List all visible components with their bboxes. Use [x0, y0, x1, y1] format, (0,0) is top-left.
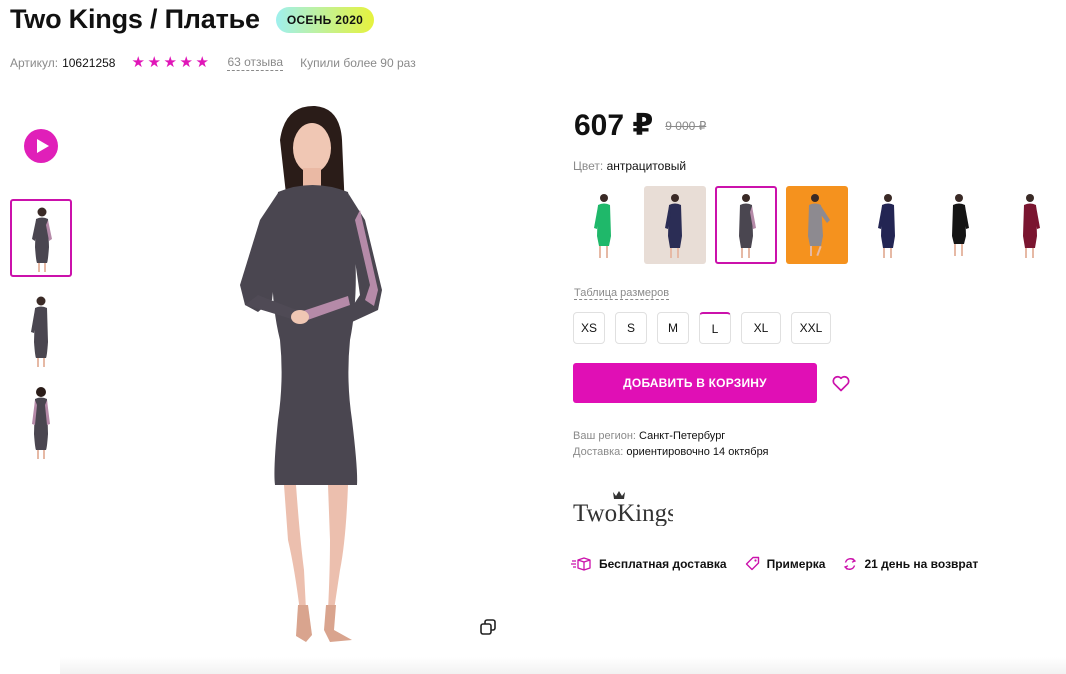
region-label: Ваш регион: [573, 430, 636, 442]
old-price: 9 000 ₽ [665, 118, 707, 133]
delivery-line: Доставка: ориентировочно 14 октября [573, 444, 769, 460]
dress-back-thumbnail [32, 387, 50, 459]
benefit-fitting-label: Примерка [766, 556, 826, 571]
delivery-label: Доставка: [573, 446, 624, 458]
benefit-free-delivery: Бесплатная доставка [571, 557, 727, 571]
truck-icon [571, 556, 591, 571]
gallery-thumb-3[interactable] [10, 384, 72, 462]
star-icon: ★ [163, 54, 177, 71]
benefits-bar: Бесплатная доставка Примерка 21 день на … [571, 556, 996, 571]
main-product-photo[interactable] [200, 100, 430, 654]
heart-icon[interactable] [832, 375, 850, 392]
current-price: 607 ₽ [574, 109, 654, 142]
tag-icon [745, 556, 759, 571]
color-swatch-grey-orange[interactable] [786, 186, 848, 264]
add-to-cart-button[interactable]: ДОБАВИТЬ В КОРЗИНУ [573, 363, 817, 403]
size-option-xs[interactable]: XS [573, 312, 605, 344]
benefit-return: 21 день на возврат [843, 557, 978, 571]
page-bottom-divider [60, 657, 1066, 674]
star-icon: ★ [179, 54, 193, 71]
region-line: Ваш регион: Санкт-Петербург [573, 428, 769, 444]
size-option-xxl[interactable]: XXL [791, 312, 831, 344]
color-swatch-burgundy[interactable] [999, 186, 1061, 264]
color-swatch-green[interactable] [573, 186, 635, 264]
gallery-thumb-2[interactable] [10, 292, 72, 370]
purchase-count: Купили более 90 раз [300, 56, 416, 70]
dress-model-image [240, 105, 382, 642]
size-option-xl[interactable]: XL [741, 312, 781, 344]
zoom-icon[interactable] [480, 619, 496, 635]
product-title: Two Kings / Платье [10, 4, 260, 34]
size-option-m[interactable]: M [657, 312, 689, 344]
color-swatches [573, 186, 1066, 264]
rating-stars: ★ ★ ★ ★ ★ [131, 54, 209, 71]
brand-logo-text: TwoKings [573, 500, 673, 526]
size-option-l[interactable]: L [699, 312, 731, 344]
size-selector: XS S M L XL XXL [573, 312, 841, 344]
product-meta: Артикул: 10621258 ★ ★ ★ ★ ★ 63 отзыва Ку… [10, 55, 416, 71]
benefit-free-delivery-label: Бесплатная доставка [599, 556, 727, 571]
color-value: антрацитовый [606, 159, 687, 173]
price-block: 607 ₽ 9 000 ₽ [574, 108, 706, 143]
color-swatch-black[interactable] [928, 186, 990, 264]
color-swatch-anthracite[interactable] [715, 186, 777, 264]
delivery-info: Ваш регион: Санкт-Петербург Доставка: ор… [573, 428, 769, 460]
play-video-button[interactable] [24, 129, 58, 163]
reviews-link[interactable]: 63 отзыва [227, 55, 284, 71]
brand-logo[interactable]: TwoKings [573, 490, 677, 527]
color-swatch-navy[interactable] [857, 186, 919, 264]
star-icon: ★ [147, 54, 161, 71]
size-table-link[interactable]: Таблица размеров [574, 287, 670, 300]
delivery-value: ориентировочно 14 октября [626, 446, 769, 458]
color-label: Цвет: [573, 159, 604, 173]
benefit-return-label: 21 день на возврат [864, 556, 979, 571]
color-swatch-navy-beige[interactable] [644, 186, 706, 264]
sku-label: Артикул: [10, 56, 59, 70]
star-icon: ★ [131, 54, 145, 71]
product-header: Two Kings / Платье ОСЕНЬ 2020 [10, 4, 375, 35]
dress-side-thumbnail [31, 296, 48, 367]
gallery-thumb-1[interactable] [10, 199, 72, 277]
season-badge: ОСЕНЬ 2020 [275, 6, 375, 33]
dress-front-thumbnail [32, 207, 52, 272]
size-option-s[interactable]: S [615, 312, 647, 344]
return-icon [844, 557, 857, 570]
benefit-fitting: Примерка [745, 556, 826, 571]
color-info: Цвет: антрацитовый [573, 159, 686, 173]
region-value[interactable]: Санкт-Петербург [639, 430, 725, 442]
sku-value: 10621258 [62, 56, 116, 70]
star-icon: ★ [195, 54, 209, 71]
